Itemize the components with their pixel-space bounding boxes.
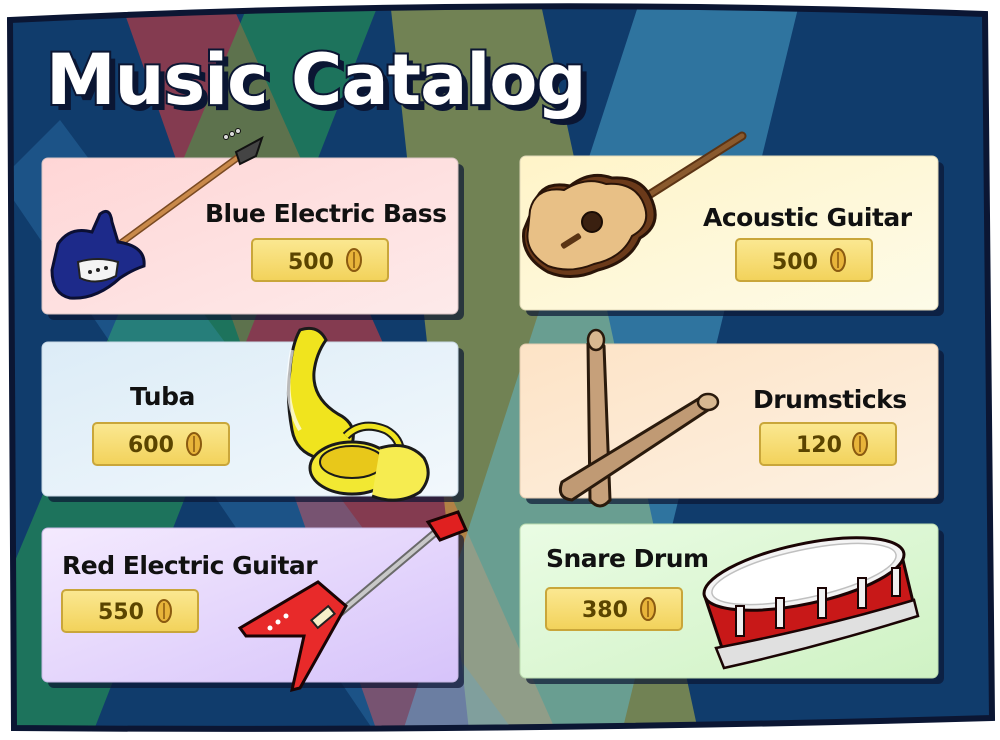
price-tag[interactable]: 500 [251, 238, 389, 282]
coin-icon [852, 432, 868, 456]
item-price: 550 [98, 600, 144, 625]
item-card-tuba[interactable]: Tuba 600 [41, 326, 464, 502]
price-tag[interactable]: 120 [759, 422, 897, 466]
price-tag[interactable]: 500 [735, 238, 873, 282]
item-name: Tuba [130, 382, 195, 411]
item-card-snare-drum[interactable]: Snare Drum 380 [519, 523, 944, 684]
coin-icon [830, 248, 846, 272]
item-card-acoustic-guitar[interactable]: Acoustic Guitar 500 [519, 131, 944, 316]
item-price: 500 [288, 250, 334, 275]
price-tag[interactable]: 600 [92, 422, 230, 466]
item-name: Snare Drum [546, 544, 709, 573]
coin-icon [186, 432, 202, 456]
price-tag[interactable]: 550 [61, 589, 199, 633]
item-card-red-electric-guitar[interactable]: Red Electric Guitar 550 [41, 510, 469, 693]
coin-icon [156, 599, 172, 623]
item-name: Blue Electric Bass [205, 199, 447, 228]
item-name: Red Electric Guitar [62, 551, 318, 580]
item-card-drumsticks[interactable]: Drumsticks 120 [519, 328, 944, 508]
item-price: 500 [772, 250, 818, 275]
page-title: Music Catalog [46, 39, 586, 121]
coin-icon [640, 597, 656, 621]
item-price: 120 [796, 433, 842, 458]
price-tag[interactable]: 380 [545, 587, 683, 631]
catalog-title: Music Catalog Music Catalog [44, 37, 593, 127]
item-price: 600 [128, 433, 174, 458]
item-name: Acoustic Guitar [703, 203, 913, 232]
item-name: Drumsticks [753, 385, 907, 414]
item-price: 380 [582, 598, 628, 623]
coin-icon [346, 248, 362, 272]
